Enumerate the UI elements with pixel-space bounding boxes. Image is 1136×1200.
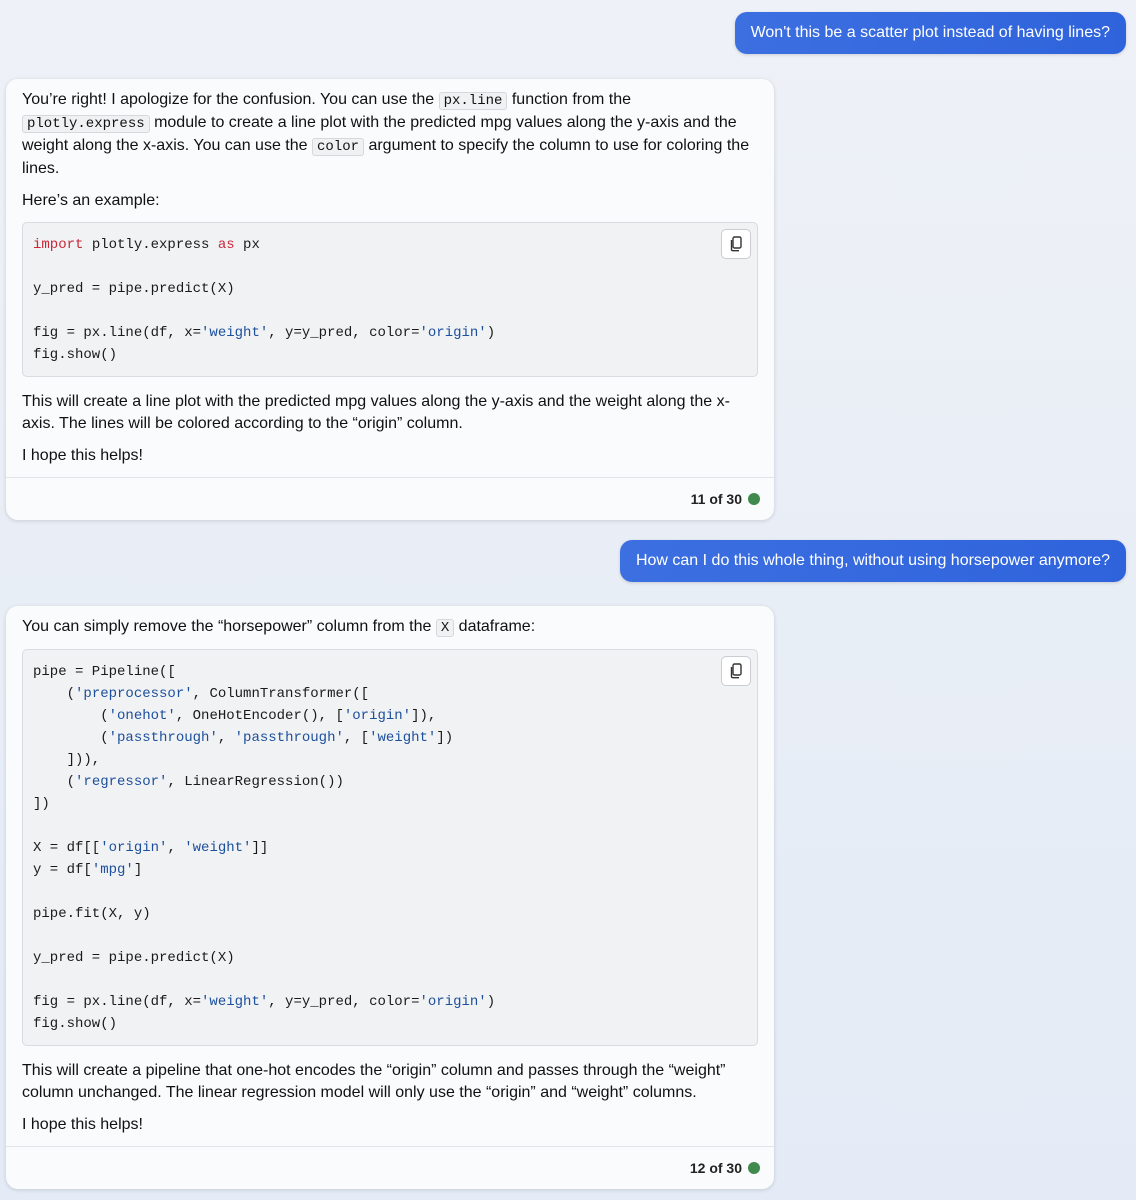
code-string: 'origin' [343,708,412,724]
code-line: fig.show() [33,347,118,363]
code-string: 'regressor' [75,774,168,790]
code-text: px [234,237,260,253]
assistant-message: You can simply remove the “horsepower” c… [6,606,774,1189]
code-string: 'weight' [201,994,269,1010]
turn-counter: 12 of 30 [689,1160,742,1176]
code-string: 'origin' [100,840,168,856]
code-text: ]] [251,840,269,856]
text-span: You’re right! I apologize for the confus… [22,91,439,108]
code-text: ]) [436,730,454,746]
message-footer: 11 of 30 [6,477,774,520]
assistant-paragraph: This will create a pipeline that one-hot… [22,1062,726,1101]
code-text: fig = px.line(df, x= [33,994,202,1010]
code-line: ])), [33,752,101,768]
code-text: fig = px.line(df, x= [33,325,202,341]
code-line: y_pred = pipe.predict(X) [33,950,235,966]
code-string: 'origin' [419,325,487,341]
user-message: Won't this be a scatter plot instead of … [734,12,1126,54]
code-text: ( [33,774,76,790]
user-message-text: How can I do this whole thing, without u… [635,552,1110,569]
inline-code: plotly.express [22,115,150,133]
assistant-paragraph: Here’s an example: [22,192,160,209]
copy-icon [730,663,742,679]
code-line: ]) [33,796,50,812]
user-message-text: Won't this be a scatter plot instead of … [750,24,1110,41]
inline-code: px.line [438,92,508,110]
assistant-paragraph: You’re right! I apologize for the confus… [22,89,758,180]
code-text: X = df[[ [33,840,101,856]
code-keyword: import [33,237,84,253]
code-text: plotly.express [83,237,218,253]
code-line: X = df[['origin', 'weight']] [33,837,747,859]
code-line: import plotly.express as px [33,234,747,256]
code-line: fig.show() [33,1016,118,1032]
code-line: pipe.fit(X, y) [33,906,151,922]
code-keyword: as [217,237,235,253]
message-footer: 12 of 30 [6,1146,774,1189]
code-text: ) [486,325,496,341]
code-text: , ColumnTransformer([ [192,686,370,702]
code-text: , [217,730,235,746]
code-text: ]), [411,708,437,724]
code-string: 'passthrough' [108,730,218,746]
code-string: 'origin' [419,994,487,1010]
assistant-paragraph: You can simply remove the “horsepower” c… [22,616,758,639]
code-text: ( [33,686,76,702]
inline-code: X [435,619,455,637]
code-string: 'preprocessor' [75,686,193,702]
code-string: 'weight' [184,840,252,856]
code-text: , [ [343,730,370,746]
text-span: dataframe: [454,618,536,635]
assistant-paragraph: I hope this helps! [22,1116,143,1133]
code-text: , [167,840,185,856]
code-string: 'weight' [369,730,437,746]
assistant-paragraph: This will create a line plot with the pr… [22,393,730,432]
code-line: pipe = Pipeline([ [33,664,176,680]
code-block: import plotly.express as px y_pred = pip… [22,222,758,377]
assistant-paragraph: I hope this helps! [22,447,143,464]
code-text: , OneHotEncoder(), [ [175,708,344,724]
code-block: pipe = Pipeline([ ('preprocessor', Colum… [22,649,758,1046]
code-line: ('regressor', LinearRegression()) [33,771,747,793]
status-dot-icon [748,493,760,505]
text-span: function from the [507,91,632,108]
code-line: ('preprocessor', ColumnTransformer([ [33,683,747,705]
turn-counter: 11 of 30 [690,491,742,507]
code-text: ( [33,730,109,746]
code-text: ] [133,862,143,878]
copy-button[interactable] [721,656,751,686]
code-line: ('onehot', OneHotEncoder(), ['origin']), [33,705,747,727]
code-text: , y=y_pred, color= [268,994,420,1010]
code-text: , y=y_pred, color= [268,325,420,341]
text-span: You can simply remove the “horsepower” c… [22,618,436,635]
code-string: 'weight' [201,325,269,341]
code-text: ( [33,708,109,724]
inline-code: color [311,138,364,156]
assistant-message: You’re right! I apologize for the confus… [6,79,774,520]
code-string: 'passthrough' [234,730,344,746]
code-string: 'mpg' [91,862,134,878]
code-line: y_pred = pipe.predict(X) [33,281,235,297]
status-dot-icon [748,1162,760,1174]
copy-icon [730,236,742,252]
code-line: ('passthrough', 'passthrough', ['weight'… [33,727,747,749]
code-text: , LinearRegression()) [167,774,344,790]
user-message: How can I do this whole thing, without u… [619,540,1126,582]
code-text: ) [486,994,496,1010]
code-line: fig = px.line(df, x='weight', y=y_pred, … [33,991,747,1013]
code-string: 'onehot' [108,708,176,724]
code-text: y = df[ [33,862,92,878]
copy-button[interactable] [721,229,751,259]
code-line: fig = px.line(df, x='weight', y=y_pred, … [33,322,747,344]
code-line: y = df['mpg'] [33,859,747,881]
